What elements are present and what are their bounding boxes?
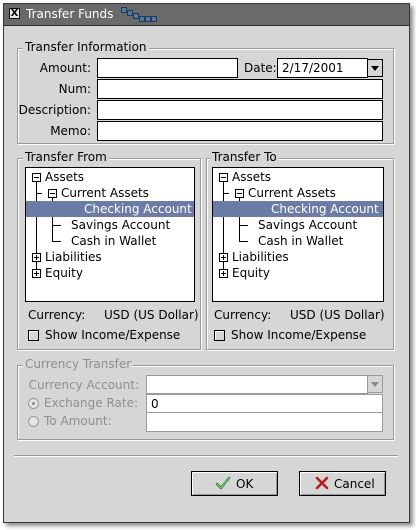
amount-label: Amount: xyxy=(39,61,91,75)
description-label: Description: xyxy=(18,103,91,117)
num-label: Num: xyxy=(58,82,91,96)
tree-item-cash-in-wallet[interactable]: Cash in Wallet xyxy=(258,233,343,249)
to-show-income-expense-label[interactable]: Show Income/Expense xyxy=(231,328,366,342)
x-icon xyxy=(315,476,329,490)
ok-button-label: OK xyxy=(236,477,254,491)
to-currency-label: Currency: xyxy=(214,308,272,322)
liabilities-expand-icon[interactable] xyxy=(219,253,228,262)
button-separator xyxy=(14,455,398,457)
currency-account-label: Currency Account: xyxy=(28,378,139,392)
tree-item-savings-account[interactable]: Savings Account xyxy=(258,217,357,233)
tree-item-assets[interactable]: Assets xyxy=(232,169,271,185)
title-grip-icon xyxy=(121,7,163,22)
tree-item-checking-account[interactable]: Checking Account xyxy=(213,201,383,217)
tree-item-current-assets[interactable]: Current Assets xyxy=(248,185,336,201)
checking-account-label: Checking Account xyxy=(84,202,192,216)
exchange-rate-label[interactable]: Exchange Rate: xyxy=(44,396,138,410)
assets-collapse-icon[interactable] xyxy=(32,173,41,182)
assets-collapse-icon[interactable] xyxy=(219,173,228,182)
tree-item-liabilities[interactable]: Liabilities xyxy=(232,249,289,265)
transfer-to-account-tree[interactable]: Assets Current Assets Checking Account S… xyxy=(212,167,384,302)
checking-account-label: Checking Account xyxy=(271,202,379,216)
transfer-from-title: Transfer From xyxy=(23,150,109,164)
current-assets-collapse-icon[interactable] xyxy=(235,189,244,198)
transfer-information-title: Transfer Information xyxy=(23,40,149,54)
tree-item-savings-account[interactable]: Savings Account xyxy=(71,217,170,233)
window-title: Transfer Funds xyxy=(26,7,114,21)
num-field[interactable] xyxy=(97,79,383,99)
cancel-button[interactable]: Cancel xyxy=(299,471,386,496)
equity-expand-icon[interactable] xyxy=(32,269,41,278)
tree-item-current-assets[interactable]: Current Assets xyxy=(61,185,149,201)
close-icon[interactable]: X xyxy=(9,8,20,19)
to-amount-field[interactable] xyxy=(146,412,383,432)
from-currency-label: Currency: xyxy=(28,308,86,322)
current-assets-collapse-icon[interactable] xyxy=(48,189,57,198)
currency-transfer-title: Currency Transfer xyxy=(23,357,134,371)
cancel-button-label: Cancel xyxy=(334,477,375,491)
currency-account-field[interactable] xyxy=(146,375,368,394)
date-field[interactable]: 2/17/2001 xyxy=(277,58,368,78)
to-amount-label[interactable]: To Amount: xyxy=(44,414,112,428)
title-bar[interactable]: X Transfer Funds xyxy=(4,4,409,26)
to-show-income-expense-checkbox[interactable] xyxy=(214,330,225,341)
liabilities-expand-icon[interactable] xyxy=(32,253,41,262)
tree-item-checking-account[interactable]: Checking Account xyxy=(26,201,194,217)
to-amount-radio[interactable] xyxy=(28,416,39,427)
memo-label: Memo: xyxy=(50,124,91,138)
tree-item-equity[interactable]: Equity xyxy=(45,265,83,281)
exchange-rate-field[interactable]: 0 xyxy=(146,394,383,413)
check-icon xyxy=(215,476,231,490)
date-label: Date: xyxy=(244,61,277,75)
exchange-rate-radio[interactable] xyxy=(28,398,39,409)
description-field[interactable] xyxy=(97,100,383,120)
to-currency-value: USD (US Dollar) xyxy=(290,308,385,322)
ok-button[interactable]: OK xyxy=(191,471,278,496)
tree-item-equity[interactable]: Equity xyxy=(232,265,270,281)
tree-item-cash-in-wallet[interactable]: Cash in Wallet xyxy=(71,233,156,249)
tree-item-assets[interactable]: Assets xyxy=(45,169,84,185)
tree-item-liabilities[interactable]: Liabilities xyxy=(45,249,102,265)
transfer-to-title: Transfer To xyxy=(210,150,279,164)
amount-field[interactable] xyxy=(97,58,238,78)
from-show-income-expense-checkbox[interactable] xyxy=(28,330,39,341)
transfer-from-account-tree[interactable]: Assets Current Assets Checking Account S… xyxy=(25,167,195,302)
from-show-income-expense-label[interactable]: Show Income/Expense xyxy=(45,328,180,342)
date-dropdown-button[interactable] xyxy=(367,59,383,77)
memo-field[interactable] xyxy=(97,121,383,141)
transfer-funds-dialog: X Transfer Funds Transfer Information Am… xyxy=(3,3,410,523)
currency-account-dropdown-button[interactable] xyxy=(367,375,383,393)
from-currency-value: USD (US Dollar) xyxy=(104,308,199,322)
equity-expand-icon[interactable] xyxy=(219,269,228,278)
